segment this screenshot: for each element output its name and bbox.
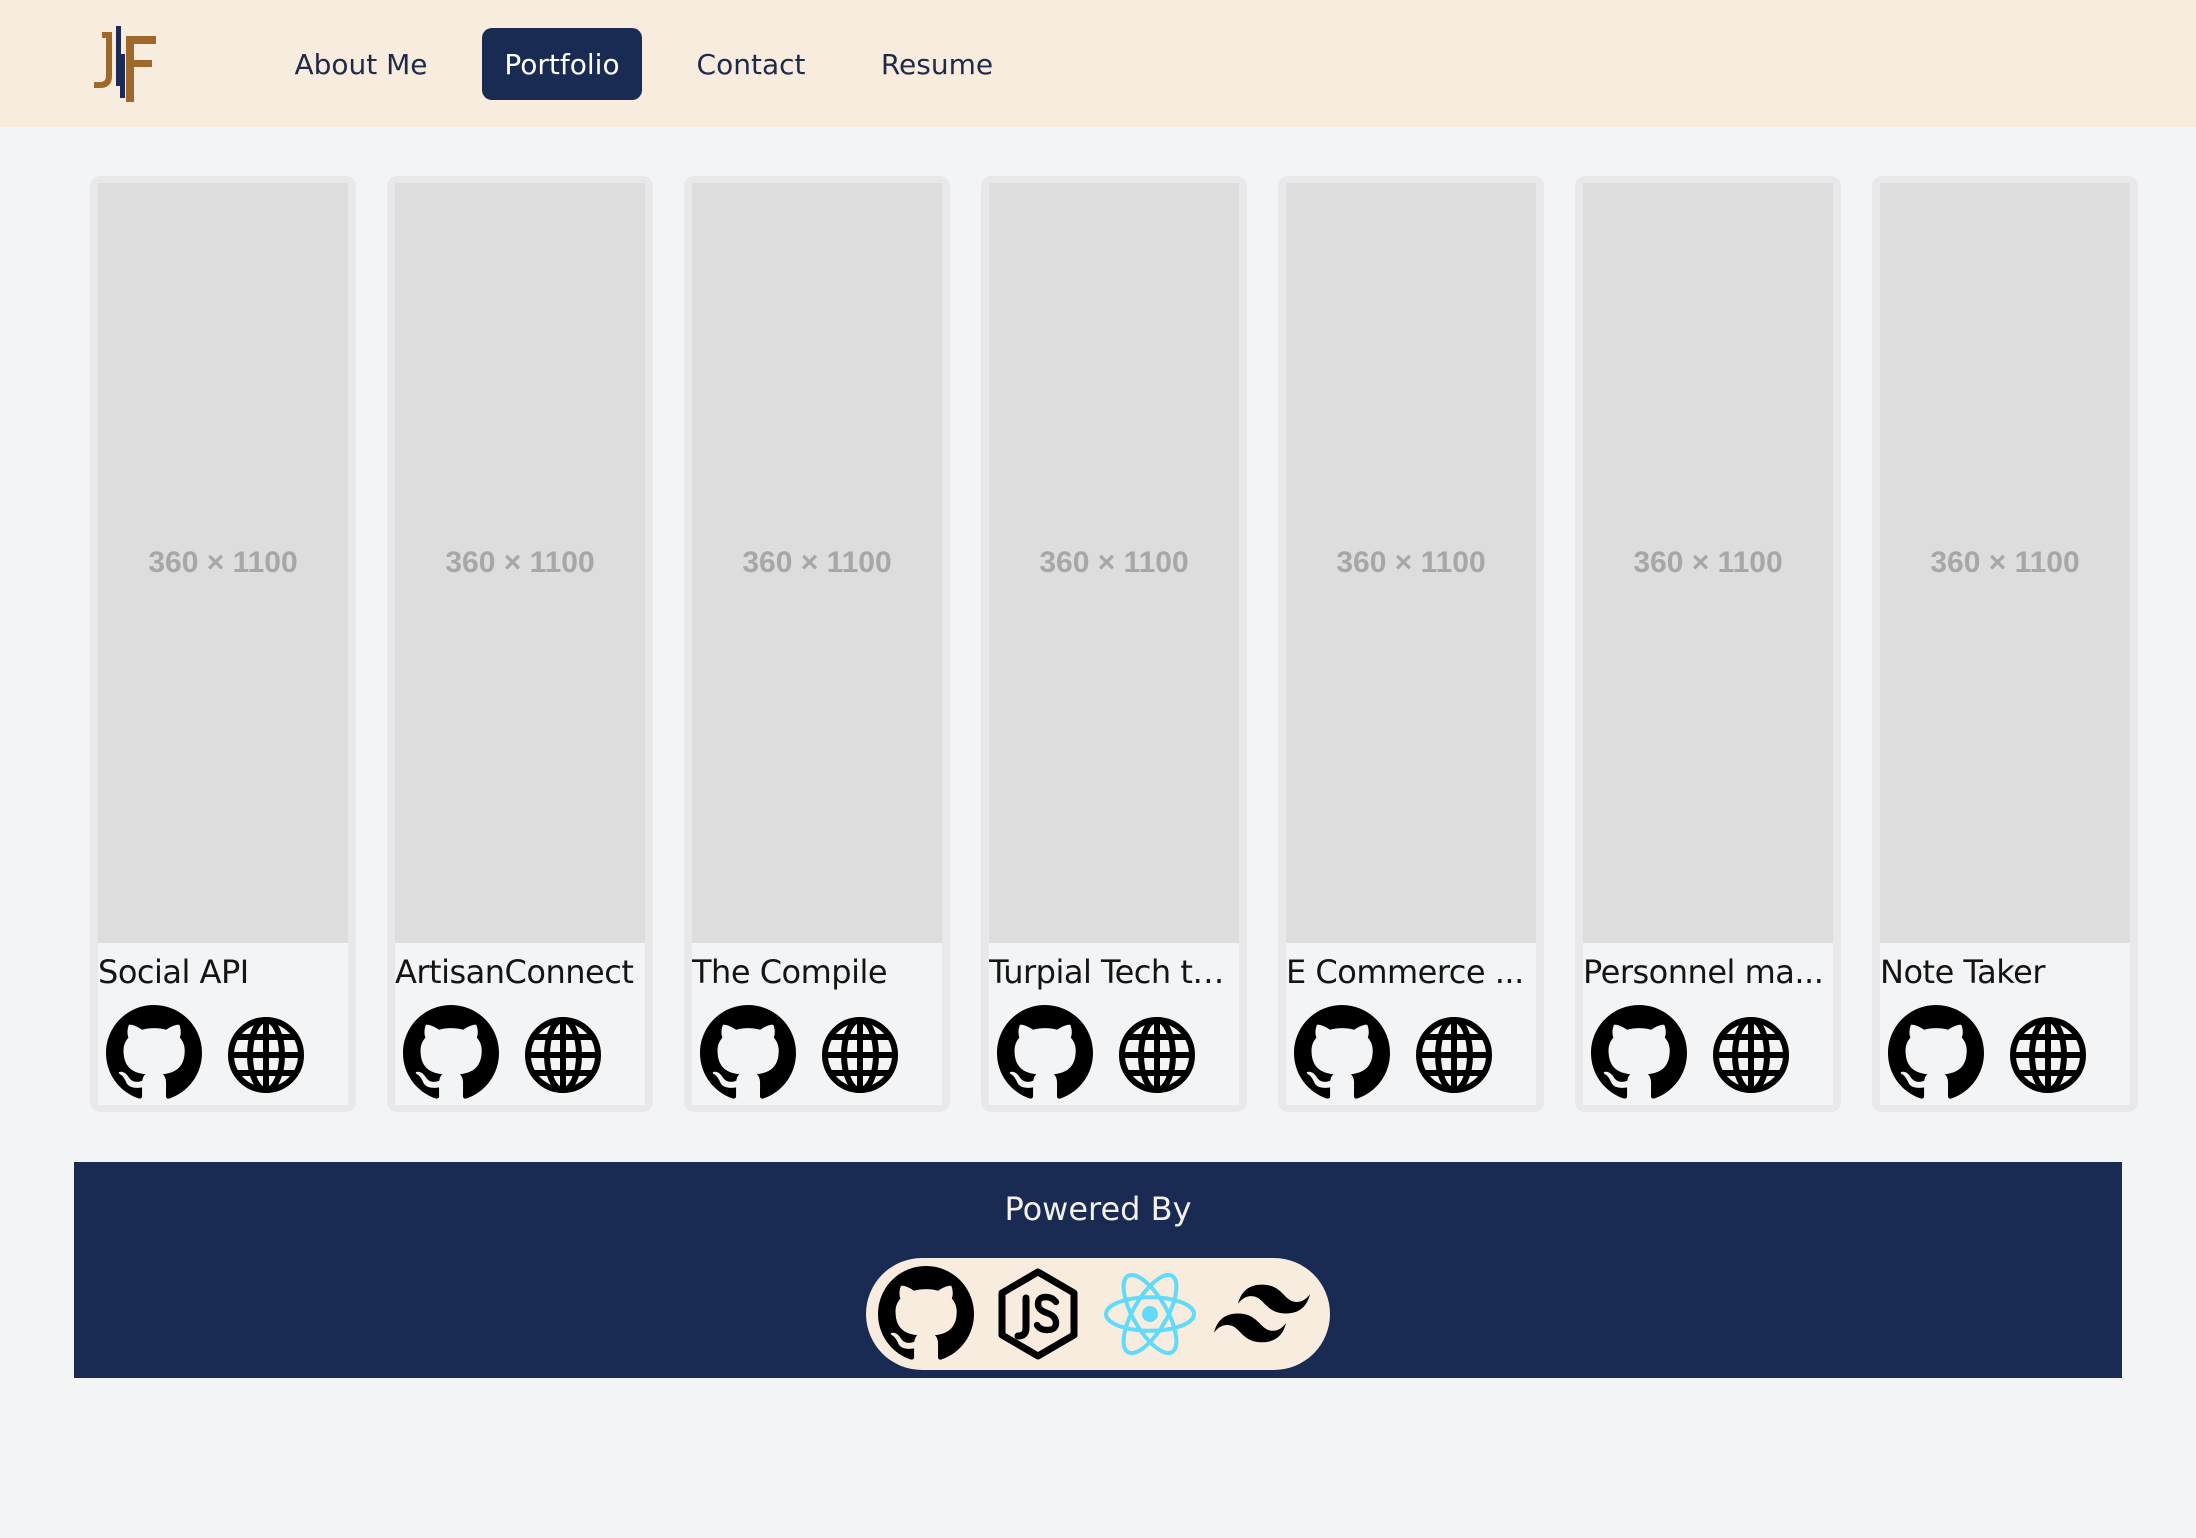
logo-icon[interactable] — [92, 26, 158, 102]
globe-icon[interactable] — [1117, 1015, 1197, 1095]
project-thumbnail[interactable]: 360 × 1100 — [989, 183, 1239, 943]
footer: Powered By — [74, 1162, 2122, 1378]
project-card: 360 × 1100 The Compile — [684, 176, 950, 1112]
top-navbar: About Me Portfolio Contact Resume — [0, 0, 2196, 127]
github-icon[interactable] — [1888, 1005, 1984, 1101]
globe-icon[interactable] — [1711, 1015, 1791, 1095]
nav-portfolio[interactable]: Portfolio — [482, 28, 642, 100]
project-card: 360 × 1100 Note Taker — [1872, 176, 2138, 1112]
project-card: 360 × 1100 Turpial Tech ta... — [981, 176, 1247, 1112]
project-title: Social API — [98, 953, 249, 991]
project-thumbnail[interactable]: 360 × 1100 — [692, 183, 942, 943]
github-icon[interactable] — [878, 1266, 974, 1362]
project-card: 360 × 1100 Social API — [90, 176, 356, 1112]
github-icon[interactable] — [106, 1005, 202, 1101]
project-card: 360 × 1100 Personnel ma... — [1575, 176, 1841, 1112]
globe-icon[interactable] — [1414, 1015, 1494, 1095]
project-thumbnail[interactable]: 360 × 1100 — [1880, 183, 2130, 943]
globe-icon[interactable] — [226, 1015, 306, 1095]
project-thumbnail[interactable]: 360 × 1100 — [98, 183, 348, 943]
nav-contact[interactable]: Contact — [684, 28, 818, 100]
globe-icon[interactable] — [2008, 1015, 2088, 1095]
project-card: 360 × 1100 ArtisanConnect — [387, 176, 653, 1112]
github-icon[interactable] — [1294, 1005, 1390, 1101]
project-title: The Compile — [692, 953, 888, 991]
project-title: ArtisanConnect — [395, 953, 634, 991]
project-title: Note Taker — [1880, 953, 2046, 991]
nav-about-me[interactable]: About Me — [282, 28, 440, 100]
nav-resume[interactable]: Resume — [864, 28, 1010, 100]
nodejs-icon[interactable] — [990, 1266, 1086, 1362]
project-thumbnail[interactable]: 360 × 1100 — [1583, 183, 1833, 943]
project-thumbnail[interactable]: 360 × 1100 — [1286, 183, 1536, 943]
github-icon[interactable] — [1591, 1005, 1687, 1101]
github-icon[interactable] — [700, 1005, 796, 1101]
project-card: 360 × 1100 E Commerce ... — [1278, 176, 1544, 1112]
globe-icon[interactable] — [820, 1015, 900, 1095]
project-title: E Commerce ... — [1286, 953, 1524, 991]
github-icon[interactable] — [997, 1005, 1093, 1101]
react-icon[interactable] — [1102, 1266, 1198, 1362]
tailwind-icon[interactable] — [1214, 1266, 1310, 1362]
project-thumbnail[interactable]: 360 × 1100 — [395, 183, 645, 943]
project-title: Turpial Tech ta... — [989, 953, 1239, 991]
powered-by-heading: Powered By — [1004, 1190, 1192, 1228]
globe-icon[interactable] — [523, 1015, 603, 1095]
github-icon[interactable] — [403, 1005, 499, 1101]
tech-stack-badges — [866, 1258, 1330, 1370]
project-title: Personnel ma... — [1583, 953, 1824, 991]
